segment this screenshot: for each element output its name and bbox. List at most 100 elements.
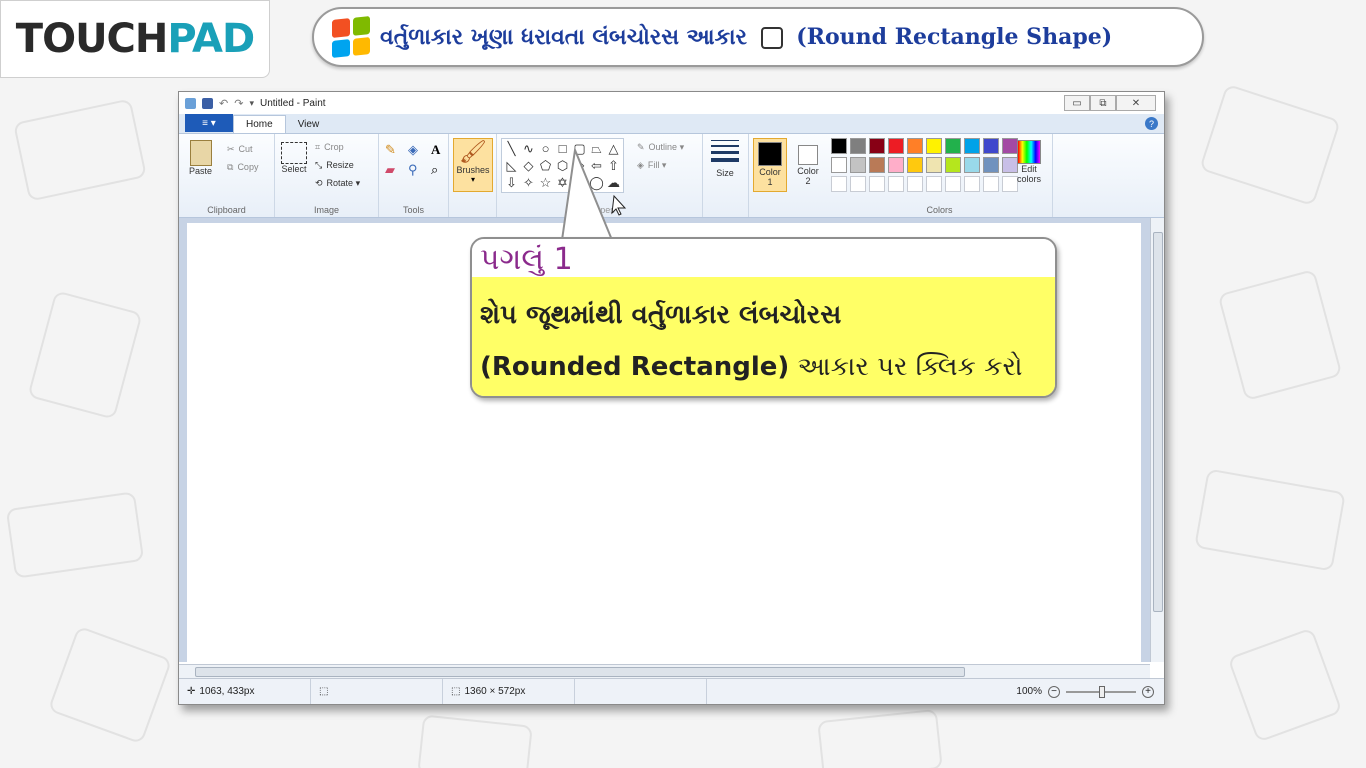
- oval-callout-shape-icon[interactable]: ◯: [588, 174, 605, 191]
- image-group-label: Image: [313, 205, 339, 215]
- save-icon[interactable]: [202, 97, 213, 109]
- resize-button[interactable]: ⤡ Resize: [315, 156, 360, 174]
- color-swatch[interactable]: [831, 176, 847, 192]
- cloud-callout-shape-icon[interactable]: ☁: [605, 174, 622, 191]
- color2-button[interactable]: Color 2: [791, 138, 825, 192]
- color-swatch[interactable]: [983, 157, 999, 173]
- color-swatch[interactable]: [926, 157, 942, 173]
- color-swatch[interactable]: [831, 157, 847, 173]
- magnifier-icon[interactable]: ⌕: [431, 162, 450, 178]
- zoom-slider-thumb[interactable]: [1099, 685, 1105, 698]
- color-swatch[interactable]: [945, 138, 961, 154]
- color-swatch[interactable]: [850, 157, 866, 173]
- crosshair-icon: ✛: [187, 686, 196, 697]
- color-swatch[interactable]: [888, 138, 904, 154]
- callout-shape-icon[interactable]: ▭: [571, 174, 588, 191]
- color-swatch[interactable]: [907, 176, 923, 192]
- right-arrow-shape-icon[interactable]: ⇨: [571, 157, 588, 174]
- select-button[interactable]: Select: [281, 142, 307, 174]
- zoom-out-icon[interactable]: −: [1048, 685, 1060, 698]
- color-swatch[interactable]: [907, 157, 923, 173]
- line-shape-icon[interactable]: ╲: [503, 140, 520, 157]
- copy-button[interactable]: ⧉ Copy: [227, 158, 258, 176]
- tab-home[interactable]: Home: [233, 115, 286, 133]
- color-swatch[interactable]: [869, 138, 885, 154]
- help-icon[interactable]: ?: [1145, 117, 1158, 130]
- quick-access-dropdown-icon[interactable]: ▾: [249, 98, 254, 109]
- file-menu-button[interactable]: ≡ ▾: [185, 114, 233, 132]
- zoom-slider[interactable]: [1066, 685, 1136, 698]
- pentagon-shape-icon[interactable]: ⬠: [537, 157, 554, 174]
- color-swatch[interactable]: [926, 138, 942, 154]
- close-button[interactable]: ✕: [1116, 95, 1156, 111]
- color-swatch[interactable]: [1002, 157, 1018, 173]
- instruction-line-1: શેપ જૂથમાંથી વર્તુળાકાર લંબચોરસ: [480, 300, 842, 330]
- ribbon-tabs: ≡ ▾ Home View ?: [179, 114, 1164, 134]
- title-english: (Round Rectangle Shape): [796, 24, 1113, 50]
- color-swatch[interactable]: [964, 138, 980, 154]
- outline-icon: ✎: [637, 141, 645, 152]
- color-swatch[interactable]: [850, 176, 866, 192]
- color-swatch[interactable]: [907, 138, 923, 154]
- rotate-button[interactable]: ⟲ Rotate ▾: [315, 174, 360, 192]
- up-arrow-shape-icon[interactable]: ⇧: [605, 157, 622, 174]
- crop-button[interactable]: ⌗ Crop: [315, 138, 360, 156]
- brushes-button[interactable]: 🖌 Brushes ▾: [453, 138, 493, 192]
- color-swatch[interactable]: [983, 138, 999, 154]
- minimize-button[interactable]: ▭: [1064, 95, 1090, 111]
- cut-button[interactable]: ✂ Cut: [227, 140, 258, 158]
- rounded-rectangle-shape-icon[interactable]: ▢: [571, 140, 588, 157]
- selection-size-icon: ⬚: [319, 686, 329, 697]
- fill-bucket-icon[interactable]: ◈: [408, 142, 427, 158]
- color-swatch[interactable]: [831, 138, 847, 154]
- color-picker-icon[interactable]: ⚲: [408, 162, 427, 178]
- triangle-shape-icon[interactable]: △: [605, 140, 622, 157]
- right-triangle-shape-icon[interactable]: ◺: [503, 157, 520, 174]
- size-button[interactable]: Size: [711, 140, 739, 178]
- vertical-scroll-thumb[interactable]: [1153, 232, 1163, 612]
- cut-label: Cut: [238, 144, 253, 154]
- five-point-star-shape-icon[interactable]: ☆: [537, 174, 554, 191]
- four-point-star-shape-icon[interactable]: ✧: [520, 174, 537, 191]
- undo-icon[interactable]: ↶: [219, 97, 228, 110]
- oval-shape-icon[interactable]: ○: [537, 140, 554, 157]
- tab-view[interactable]: View: [286, 116, 332, 133]
- six-point-star-shape-icon[interactable]: ✡: [554, 174, 571, 191]
- color-swatch[interactable]: [850, 138, 866, 154]
- eraser-icon[interactable]: ▰: [385, 162, 404, 178]
- rectangle-shape-icon[interactable]: □: [554, 140, 571, 157]
- color1-button[interactable]: Color 1: [753, 138, 787, 192]
- redo-icon[interactable]: ↷: [234, 97, 243, 110]
- outline-button[interactable]: ✎ Outline ▾: [637, 138, 684, 156]
- color1-number: 1: [767, 177, 773, 187]
- color-swatch[interactable]: [869, 176, 885, 192]
- color-swatch[interactable]: [945, 157, 961, 173]
- hexagon-shape-icon[interactable]: ⬡: [554, 157, 571, 174]
- text-tool-icon[interactable]: A: [431, 142, 450, 158]
- diamond-shape-icon[interactable]: ◇: [520, 157, 537, 174]
- polygon-shape-icon[interactable]: ⏢: [588, 140, 605, 157]
- zoom-in-icon[interactable]: +: [1142, 685, 1154, 698]
- color-swatch[interactable]: [1002, 176, 1018, 192]
- color-swatch[interactable]: [888, 157, 904, 173]
- color-swatch[interactable]: [926, 176, 942, 192]
- color-swatch[interactable]: [983, 176, 999, 192]
- left-arrow-shape-icon[interactable]: ⇦: [588, 157, 605, 174]
- horizontal-scrollbar[interactable]: [179, 664, 1150, 678]
- color-swatch[interactable]: [869, 157, 885, 173]
- color-swatch[interactable]: [945, 176, 961, 192]
- edit-colors-button[interactable]: Edit colors: [1017, 140, 1041, 184]
- pencil-icon[interactable]: ✎: [385, 142, 404, 158]
- zoom-controls: 100% − +: [1008, 679, 1164, 704]
- paste-button[interactable]: Paste: [189, 140, 212, 176]
- horizontal-scroll-thumb[interactable]: [195, 667, 965, 677]
- fill-button[interactable]: ◈ Fill ▾: [637, 156, 684, 174]
- color-swatch[interactable]: [964, 157, 980, 173]
- maximize-button[interactable]: ⧉: [1090, 95, 1116, 111]
- curve-shape-icon[interactable]: ∿: [520, 140, 537, 157]
- vertical-scrollbar[interactable]: [1150, 218, 1164, 662]
- down-arrow-shape-icon[interactable]: ⇩: [503, 174, 520, 191]
- color-swatch[interactable]: [1002, 138, 1018, 154]
- color-swatch[interactable]: [888, 176, 904, 192]
- color-swatch[interactable]: [964, 176, 980, 192]
